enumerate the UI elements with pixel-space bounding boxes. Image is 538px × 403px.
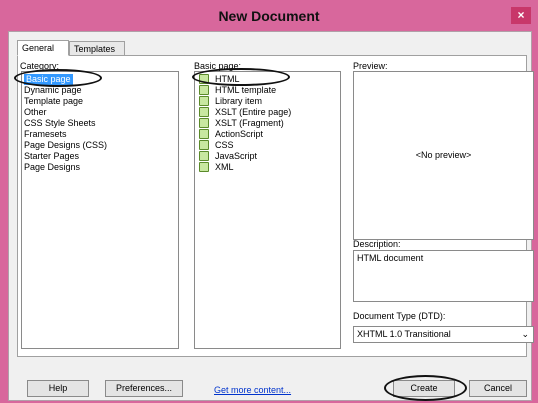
title-bar: New Document × xyxy=(0,0,538,31)
page-icon xyxy=(199,117,209,128)
category-item-page-designs[interactable]: Page Designs xyxy=(24,162,80,173)
category-item-other[interactable]: Other xyxy=(24,107,47,118)
category-list[interactable]: Basic page Dynamic page Template page Ot… xyxy=(21,71,179,349)
dtd-label: Document Type (DTD): xyxy=(353,311,446,321)
basic-page-list[interactable]: HTML HTML template Library item XSLT (En… xyxy=(194,71,341,349)
tab-templates[interactable]: Templates xyxy=(69,41,125,56)
page-type-javascript[interactable]: JavaScript xyxy=(199,150,257,162)
category-item-css-style-sheets[interactable]: CSS Style Sheets xyxy=(24,118,96,129)
tab-general[interactable]: General xyxy=(17,40,69,56)
page-icon xyxy=(199,161,209,172)
dtd-select[interactable]: XHTML 1.0 Transitional ⌄ xyxy=(353,326,534,343)
preview-label: Preview: xyxy=(353,61,388,71)
get-more-content-link[interactable]: Get more content... xyxy=(214,385,291,395)
page-icon xyxy=(199,139,209,150)
no-preview-text: <No preview> xyxy=(415,150,472,160)
close-button[interactable]: × xyxy=(511,7,531,24)
description-label: Description: xyxy=(353,239,401,249)
page-type-library-item[interactable]: Library item xyxy=(199,95,262,107)
cancel-button[interactable]: Cancel xyxy=(469,380,527,397)
page-type-xslt-fragment[interactable]: XSLT (Fragment) xyxy=(199,117,284,129)
page-icon xyxy=(199,95,209,106)
create-button[interactable]: Create xyxy=(393,380,455,397)
category-item-dynamic-page[interactable]: Dynamic page xyxy=(24,85,82,96)
dtd-value: XHTML 1.0 Transitional xyxy=(357,329,451,339)
help-button[interactable]: Help xyxy=(27,380,89,397)
page-icon xyxy=(199,73,209,84)
category-item-page-designs-css[interactable]: Page Designs (CSS) xyxy=(24,140,107,151)
page-type-css[interactable]: CSS xyxy=(199,139,234,151)
general-tab-panel: Category: Basic page Dynamic page Templa… xyxy=(14,55,534,357)
preferences-button[interactable]: Preferences... xyxy=(105,380,183,397)
description-box: HTML document xyxy=(353,250,534,302)
page-type-xml[interactable]: XML xyxy=(199,161,234,173)
new-document-dialog: New Document × General Templates Categor… xyxy=(0,0,538,403)
page-icon xyxy=(199,106,209,117)
category-item-basic-page[interactable]: Basic page xyxy=(24,74,73,85)
dialog-body: General Templates Category: Basic page D… xyxy=(8,31,534,401)
page-icon xyxy=(199,128,209,139)
basic-page-label: Basic page: xyxy=(194,61,242,71)
window-title: New Document xyxy=(218,8,320,24)
page-type-xslt-entire[interactable]: XSLT (Entire page) xyxy=(199,106,291,118)
page-type-html[interactable]: HTML xyxy=(199,73,240,85)
page-icon xyxy=(199,150,209,161)
category-item-framesets[interactable]: Framesets xyxy=(24,129,67,140)
category-item-starter-pages[interactable]: Starter Pages xyxy=(24,151,79,162)
category-item-template-page[interactable]: Template page xyxy=(24,96,83,107)
chevron-down-icon: ⌄ xyxy=(521,329,529,339)
category-label: Category: xyxy=(20,61,60,71)
page-icon xyxy=(199,84,209,95)
page-type-html-template[interactable]: HTML template xyxy=(199,84,276,96)
preview-pane: <No preview> xyxy=(353,71,534,240)
page-type-actionscript[interactable]: ActionScript xyxy=(199,128,263,140)
